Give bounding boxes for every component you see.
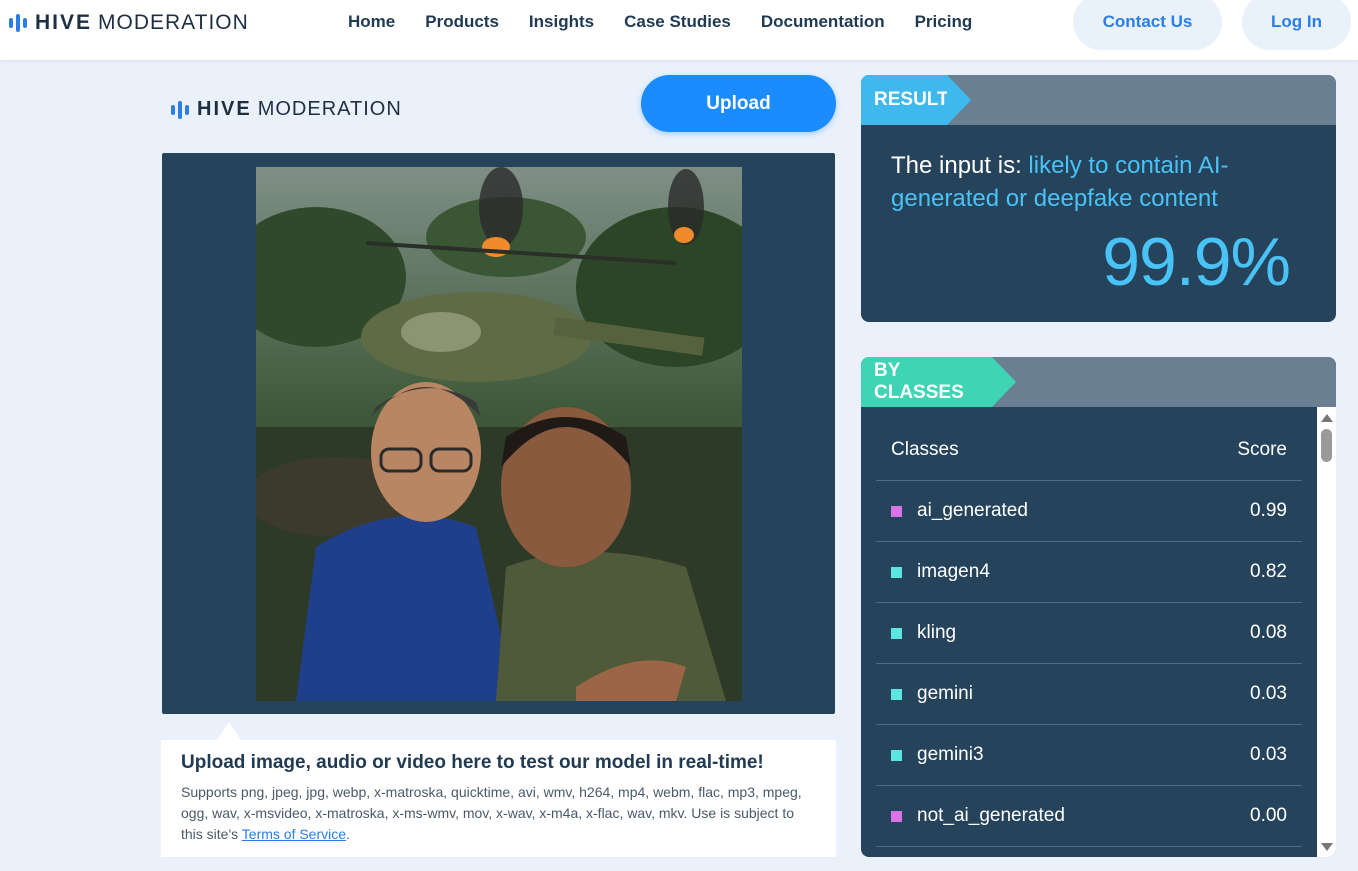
log-in-button[interactable]: Log In	[1242, 0, 1351, 50]
contact-us-button[interactable]: Contact Us	[1073, 0, 1222, 50]
logo-icon	[9, 14, 27, 32]
column-header-score: Score	[1237, 438, 1287, 460]
result-prefix: The input is:	[891, 152, 1029, 179]
logo-icon	[171, 100, 189, 119]
content-hive-logo: HIVE MODERATION	[171, 98, 402, 121]
table-row: gemini3 0.03	[876, 725, 1302, 786]
info-title: Upload image, audio or video here to tes…	[181, 752, 764, 773]
uploaded-image	[256, 167, 742, 701]
class-score: 0.99	[1250, 500, 1287, 521]
class-score: 0.03	[1250, 683, 1287, 704]
classes-scrollbar[interactable]	[1317, 407, 1336, 857]
info-caret	[217, 722, 241, 740]
class-color-swatch	[891, 810, 902, 822]
class-score: 0.08	[1250, 622, 1287, 643]
class-score: 0.00	[1250, 805, 1287, 826]
table-row: kling 0.08	[876, 603, 1302, 664]
table-row: ai_generated 0.99	[876, 481, 1302, 542]
media-preview-panel[interactable]	[162, 153, 835, 714]
terms-of-service-link[interactable]: Terms of Service	[242, 826, 346, 842]
table-row: not_ai_generated 0.00	[876, 786, 1302, 847]
result-percentage: 99.9%	[1102, 224, 1291, 300]
class-name: kling	[917, 622, 957, 643]
class-score: 0.82	[1250, 561, 1287, 582]
class-color-swatch	[891, 688, 902, 700]
info-text: Supports png, jpeg, jpg, webp, x-matrosk…	[181, 782, 816, 845]
class-name: imagen4	[917, 561, 990, 582]
nav-link-products[interactable]: Products	[425, 12, 499, 32]
nav-links: Home Products Insights Case Studies Docu…	[348, 12, 972, 32]
classes-table-body: ai_generated 0.99 imagen4 0.82 kling 0.0…	[876, 481, 1302, 847]
class-name: ai_generated	[917, 500, 1028, 521]
nav-link-pricing[interactable]: Pricing	[915, 12, 973, 32]
class-name: not_ai_generated	[917, 805, 1065, 826]
class-color-swatch	[891, 749, 902, 761]
classes-card: BY CLASSES Classes Score ai_generated 0.…	[861, 357, 1336, 857]
result-card: RESULT The input is: likely to contain A…	[861, 75, 1336, 322]
classes-card-header: BY CLASSES	[861, 357, 1336, 407]
result-tag: RESULT	[861, 75, 971, 125]
tos-suffix: .	[346, 826, 350, 842]
hive-logo[interactable]: HIVE MODERATION	[9, 11, 249, 35]
upload-info-box: Upload image, audio or video here to tes…	[161, 740, 836, 857]
result-statement: The input is: likely to contain AI-gener…	[891, 149, 1301, 215]
nav-link-insights[interactable]: Insights	[529, 12, 594, 32]
result-card-header: RESULT	[861, 75, 1336, 125]
classes-table-header: Classes Score	[876, 419, 1302, 481]
class-name: gemini3	[917, 744, 984, 765]
class-score: 0.03	[1250, 744, 1287, 765]
logo-text-light: MODERATION	[257, 98, 402, 120]
nav-link-documentation[interactable]: Documentation	[761, 12, 885, 32]
class-color-swatch	[891, 566, 902, 578]
upload-button[interactable]: Upload	[641, 75, 836, 132]
logo-text-bold: HIVE	[197, 98, 252, 120]
scroll-down-arrow-icon[interactable]	[1321, 843, 1333, 851]
logo-text-light: MODERATION	[98, 11, 249, 34]
class-name: gemini	[917, 683, 973, 704]
table-row: gemini 0.03	[876, 664, 1302, 725]
top-navigation: HIVE MODERATION Home Products Insights C…	[0, 0, 1358, 60]
column-header-classes: Classes	[891, 438, 959, 460]
scroll-up-arrow-icon[interactable]	[1321, 414, 1333, 422]
class-color-swatch	[891, 627, 902, 639]
nav-link-case-studies[interactable]: Case Studies	[624, 12, 731, 32]
scrollbar-thumb[interactable]	[1321, 429, 1332, 462]
logo-text-bold: HIVE	[35, 11, 93, 34]
nav-link-home[interactable]: Home	[348, 12, 395, 32]
table-row: imagen4 0.82	[876, 542, 1302, 603]
class-color-swatch	[891, 505, 902, 517]
classes-tag: BY CLASSES	[861, 357, 1016, 407]
